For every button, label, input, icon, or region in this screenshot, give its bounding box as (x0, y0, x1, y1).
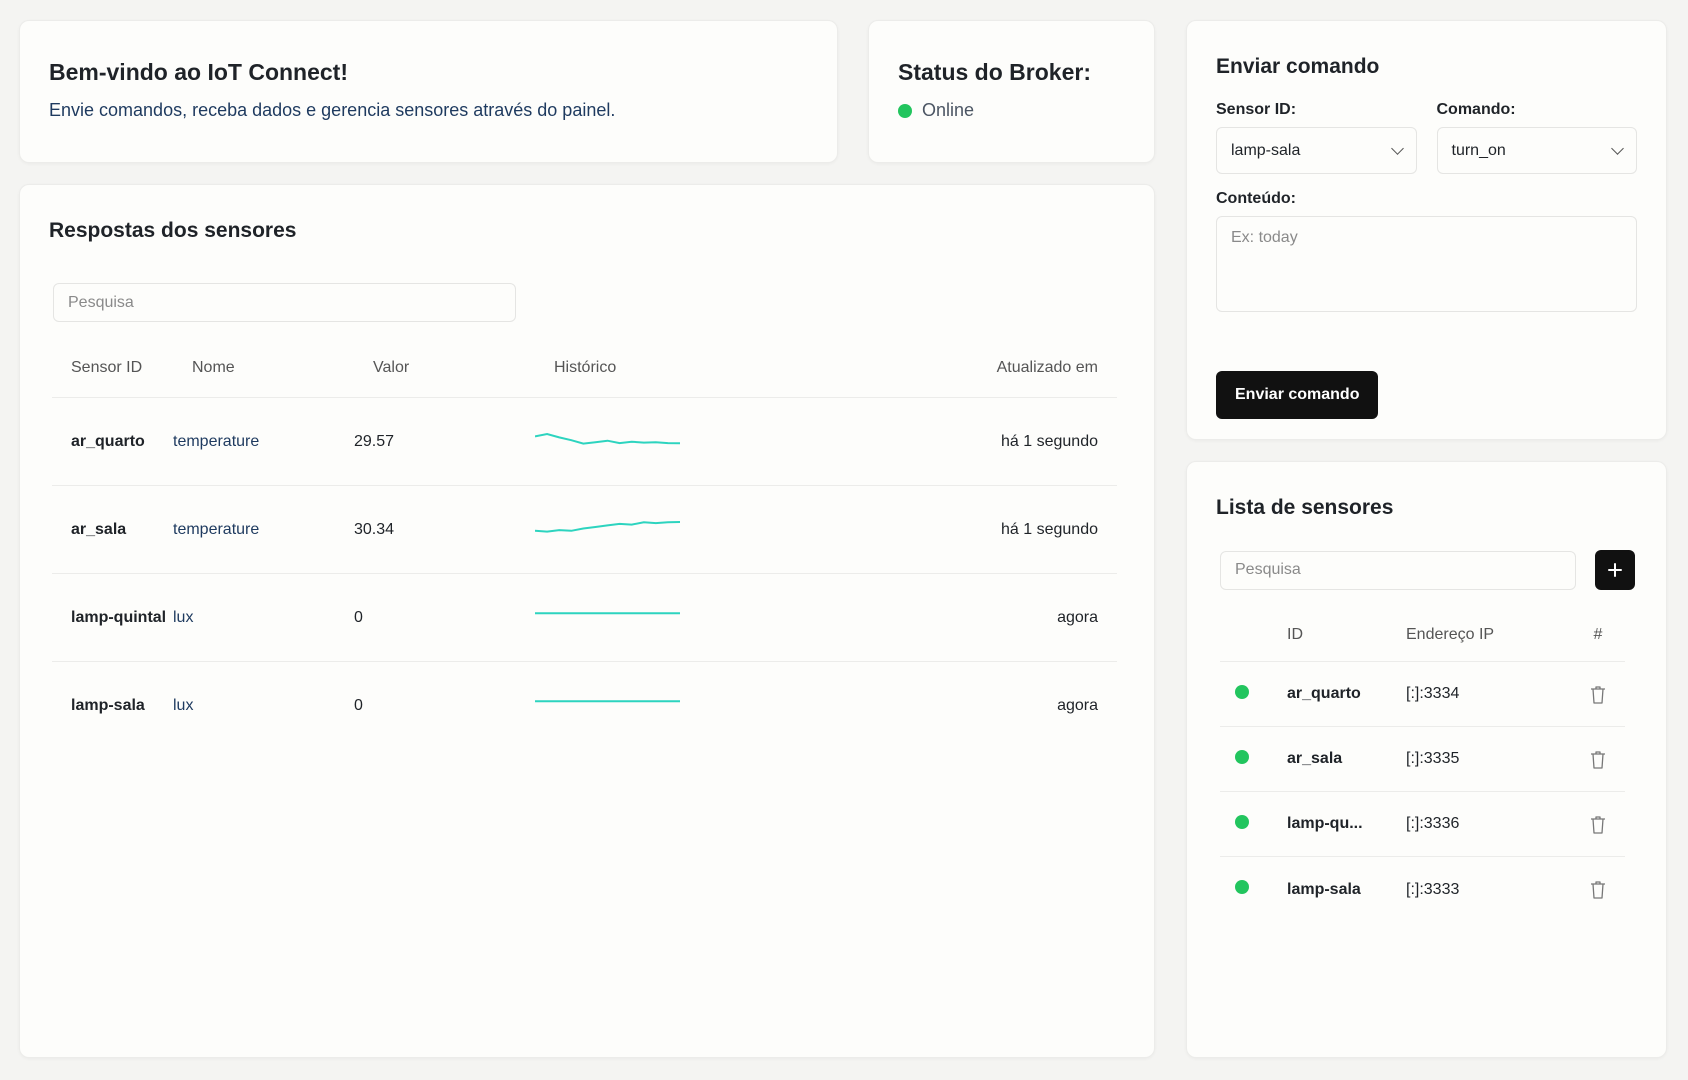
responses-table-header: Sensor ID Nome Valor Histórico Atualizad… (52, 338, 1117, 398)
name-cell: temperature (173, 432, 260, 450)
sensor-id-cell: lamp-quintal (71, 608, 167, 626)
send-command-card: Enviar comando Sensor ID: lamp-sala Coma… (1186, 20, 1667, 440)
trash-icon (1591, 750, 1605, 769)
sensor-id-cell: lamp-sala (71, 697, 145, 714)
online-dot-icon (1235, 880, 1249, 894)
name-cell: lux (173, 697, 194, 714)
ip-address-cell: [:]:3333 (1406, 880, 1460, 898)
col-history[interactable]: Histórico (554, 359, 884, 377)
updated-cell: há 1 segundo (1001, 432, 1098, 450)
status-dot-icon (898, 103, 912, 118)
delete-sensor-button[interactable] (1571, 880, 1625, 899)
sensor-id-cell: ar_sala (71, 520, 127, 538)
broker-status-card: Status do Broker: Online (868, 20, 1155, 163)
list-item: lamp-qu... [:]:3336 (1220, 792, 1625, 857)
table-row: ar_sala temperature 30.34 há 1 segundo (52, 486, 1117, 574)
responses-search-input[interactable] (53, 283, 516, 322)
status-cell (1220, 684, 1287, 704)
name-cell: lux (173, 608, 194, 626)
send-command-title: Enviar comando (1216, 55, 1380, 78)
history-sparkline (535, 432, 680, 445)
sparkline-series (535, 520, 680, 533)
status-cell (1220, 814, 1287, 834)
updated-cell: agora (1057, 697, 1098, 714)
value-cell: 29.57 (354, 432, 395, 450)
col-ip-address: Endereço IP (1406, 625, 1495, 643)
chevron-down-icon (1390, 141, 1404, 155)
col-name[interactable]: Nome (192, 359, 373, 377)
table-row: lamp-quintal lux 0 agora (52, 574, 1117, 662)
broker-status-text: Online (922, 100, 975, 120)
chevron-down-icon (1611, 141, 1624, 155)
command-value: turn_on (1451, 141, 1506, 159)
history-cell (535, 518, 865, 542)
col-actions: # (1593, 625, 1603, 643)
col-updated[interactable]: Atualizado em (884, 359, 1117, 377)
sensor-id-cell: ar_quarto (71, 432, 145, 450)
send-command-button[interactable]: Enviar comando (1216, 371, 1379, 419)
history-cell (535, 430, 865, 454)
sensor-list-card: Lista de sensores ID Endereço IP # ar_qu… (1186, 461, 1667, 1058)
value-cell: 30.34 (354, 520, 395, 538)
status-cell (1220, 880, 1287, 899)
welcome-title: Bem-vindo ao IoT Connect! (49, 59, 348, 85)
list-item: lamp-sala [:]:3333 (1220, 857, 1625, 922)
status-cell (1220, 749, 1287, 769)
col-sensor-id[interactable]: Sensor ID (52, 359, 192, 377)
sensor-id-cell: ar_quarto (1287, 685, 1361, 702)
sensor-list-title: Lista de sensores (1216, 496, 1394, 519)
command-label: Comando: (1436, 101, 1516, 118)
sensor-responses-card: Respostas dos sensores Sensor ID Nome Va… (19, 184, 1155, 1058)
sparkline-series (535, 432, 680, 445)
table-row: ar_quarto temperature 29.57 há 1 segundo (52, 398, 1117, 486)
sensor-list-search-input[interactable] (1220, 550, 1576, 590)
content-textarea[interactable] (1216, 216, 1637, 312)
welcome-card: Bem-vindo ao IoT Connect! Envie comandos… (19, 20, 838, 163)
add-sensor-button[interactable] (1595, 550, 1635, 590)
history-cell (535, 694, 865, 718)
value-cell: 0 (354, 697, 363, 714)
history-sparkline (535, 700, 680, 703)
history-cell (535, 606, 865, 630)
col-id: ID (1287, 625, 1303, 643)
delete-sensor-button[interactable] (1571, 685, 1625, 704)
list-item: ar_sala [:]:3335 (1220, 727, 1625, 792)
sensor-id-cell: ar_sala (1287, 750, 1343, 767)
online-dot-icon (1235, 749, 1249, 764)
updated-cell: agora (1057, 608, 1098, 626)
sensor-list-header: ID Endereço IP # (1220, 608, 1625, 662)
updated-cell: há 1 segundo (1001, 520, 1098, 538)
ip-address-cell: [:]:3336 (1406, 815, 1460, 832)
sensor-id-label: Sensor ID: (1216, 101, 1297, 118)
online-dot-icon (1235, 814, 1249, 829)
trash-icon (1591, 685, 1605, 704)
history-sparkline (535, 611, 680, 614)
plus-icon (1608, 563, 1622, 577)
content-label: Conteúdo: (1216, 190, 1296, 207)
command-select[interactable]: turn_on (1436, 127, 1637, 174)
sensor-id-select[interactable]: lamp-sala (1216, 127, 1417, 174)
value-cell: 0 (354, 608, 363, 626)
sensor-id-value: lamp-sala (1231, 141, 1301, 159)
ip-address-cell: [:]:3335 (1406, 750, 1460, 767)
trash-icon (1591, 881, 1605, 899)
name-cell: temperature (173, 520, 260, 538)
delete-sensor-button[interactable] (1571, 750, 1625, 769)
sensor-id-cell: lamp-qu... (1287, 815, 1363, 832)
broker-status: Online (898, 100, 1125, 121)
history-sparkline (535, 520, 680, 533)
responses-table: Sensor ID Nome Valor Histórico Atualizad… (52, 338, 1117, 750)
broker-title: Status do Broker: (898, 59, 1091, 85)
list-item: ar_quarto [:]:3334 (1220, 662, 1625, 727)
online-dot-icon (1235, 684, 1249, 699)
sensor-list-table: ID Endereço IP # ar_quarto [:]:3334 ar_sal… (1220, 608, 1625, 922)
table-row: lamp-sala lux 0 agora (52, 662, 1117, 750)
responses-title: Respostas dos sensores (49, 219, 297, 242)
sensor-id-cell: lamp-sala (1287, 880, 1361, 898)
trash-icon (1591, 815, 1605, 834)
welcome-subtitle: Envie comandos, receba dados e gerencia … (49, 100, 616, 120)
delete-sensor-button[interactable] (1571, 815, 1625, 834)
col-value[interactable]: Valor (373, 359, 554, 377)
ip-address-cell: [:]:3334 (1406, 685, 1460, 702)
